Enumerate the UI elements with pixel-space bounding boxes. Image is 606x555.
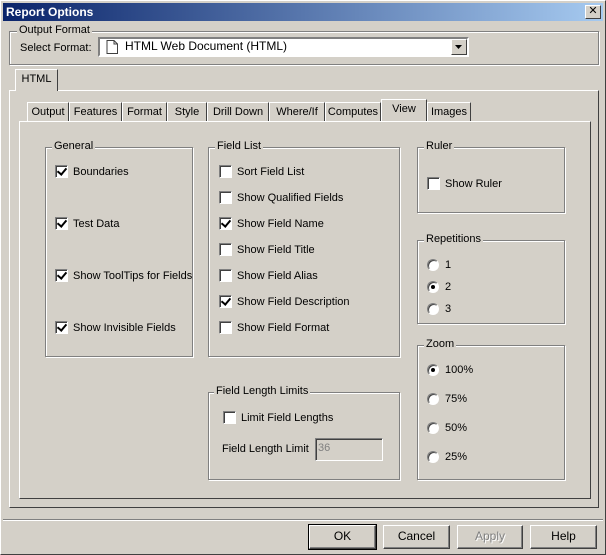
ruler-group-label: Ruler bbox=[424, 140, 455, 153]
field-length-limits-group-label: Field Length Limits bbox=[214, 385, 311, 398]
limit-field-lengths-checkbox[interactable] bbox=[223, 411, 236, 424]
show-field-title-label: Show Field Title bbox=[237, 244, 315, 256]
zoom-option-25-label: 25% bbox=[445, 451, 468, 463]
show-tooltips-checkbox[interactable] bbox=[55, 269, 68, 282]
tab-where-if-label: Where/If bbox=[276, 106, 318, 118]
select-format-label: Select Format: bbox=[20, 42, 92, 54]
show-qualified-fields-label: Show Qualified Fields bbox=[237, 192, 344, 204]
zoom-radio-100[interactable] bbox=[427, 364, 439, 376]
repetitions-group bbox=[417, 240, 565, 324]
show-invisible-fields-label: Show Invisible Fields bbox=[73, 322, 176, 334]
repetitions-option-3-label: 3 bbox=[445, 303, 452, 315]
chevron-down-icon bbox=[455, 45, 462, 49]
zoom-radio-75[interactable] bbox=[427, 393, 439, 405]
show-field-format-checkbox[interactable] bbox=[219, 321, 232, 334]
cancel-button-label: Cancel bbox=[397, 529, 436, 543]
zoom-group-label: Zoom bbox=[424, 338, 457, 351]
output-format-group-label: Output Format bbox=[17, 24, 92, 37]
field-length-limit-input[interactable]: 36 bbox=[315, 438, 383, 461]
apply-button[interactable]: Apply bbox=[457, 525, 523, 549]
button-bar-separator bbox=[3, 519, 603, 521]
apply-button-label: Apply bbox=[474, 529, 506, 543]
format-select-value: HTML Web Document (HTML) bbox=[125, 39, 288, 53]
format-select[interactable]: HTML Web Document (HTML) bbox=[98, 37, 469, 57]
show-field-name-label: Show Field Name bbox=[237, 218, 324, 230]
test-data-label: Test Data bbox=[73, 218, 120, 230]
repetitions-radio-2[interactable] bbox=[427, 281, 439, 293]
zoom-option-100-label: 100% bbox=[445, 364, 474, 376]
tab-output-label: Output bbox=[31, 106, 65, 118]
title-bar: Report Options bbox=[3, 3, 603, 21]
field-length-limits-group bbox=[208, 392, 400, 480]
show-field-description-checkbox[interactable] bbox=[219, 295, 232, 308]
tab-features[interactable]: Features bbox=[69, 102, 122, 122]
repetitions-radio-3[interactable] bbox=[427, 303, 439, 315]
test-data-checkbox[interactable] bbox=[55, 217, 68, 230]
window-title: Report Options bbox=[6, 5, 94, 19]
cancel-button[interactable]: Cancel bbox=[383, 525, 450, 549]
tab-format[interactable]: Format bbox=[122, 102, 167, 122]
show-field-description-label: Show Field Description bbox=[237, 296, 350, 308]
ok-button[interactable]: OK bbox=[308, 524, 377, 550]
show-field-alias-label: Show Field Alias bbox=[237, 270, 318, 282]
ok-button-label: OK bbox=[333, 529, 352, 543]
tab-format-label: Format bbox=[127, 106, 162, 118]
tab-images-label: Images bbox=[430, 106, 468, 118]
show-tooltips-label: Show ToolTips for Fields bbox=[73, 270, 193, 282]
sort-field-list-checkbox[interactable] bbox=[219, 165, 232, 178]
repetitions-option-1-label: 1 bbox=[445, 259, 452, 271]
boundaries-checkbox[interactable] bbox=[55, 165, 68, 178]
tab-images[interactable]: Images bbox=[427, 102, 471, 122]
document-icon bbox=[106, 40, 118, 54]
tab-features-label: Features bbox=[73, 106, 118, 118]
boundaries-label: Boundaries bbox=[73, 166, 129, 178]
tab-view-label: View bbox=[392, 103, 416, 115]
show-ruler-label: Show Ruler bbox=[445, 178, 502, 190]
general-group-label: General bbox=[52, 140, 96, 153]
show-ruler-checkbox[interactable] bbox=[427, 177, 440, 190]
sort-field-list-label: Sort Field List bbox=[237, 166, 305, 178]
tab-where-if[interactable]: Where/If bbox=[269, 102, 325, 122]
show-qualified-fields-checkbox[interactable] bbox=[219, 191, 232, 204]
show-field-alias-checkbox[interactable] bbox=[219, 269, 232, 282]
report-options-dialog: Report Options ✕ Output Format Select Fo… bbox=[0, 0, 606, 555]
tab-drill-down-label: Drill Down bbox=[212, 106, 264, 118]
tab-view[interactable]: View bbox=[381, 99, 427, 121]
tab-drill-down[interactable]: Drill Down bbox=[207, 102, 269, 122]
show-field-name-checkbox[interactable] bbox=[219, 217, 232, 230]
show-invisible-fields-checkbox[interactable] bbox=[55, 321, 68, 334]
field-length-limit-label: Field Length Limit bbox=[222, 443, 309, 455]
tab-html[interactable]: HTML bbox=[15, 69, 58, 91]
repetitions-group-label: Repetitions bbox=[424, 233, 484, 246]
tab-style[interactable]: Style bbox=[167, 102, 207, 122]
field-list-group-label: Field List bbox=[215, 140, 264, 153]
zoom-option-50-label: 50% bbox=[445, 422, 468, 434]
close-button[interactable]: ✕ bbox=[585, 5, 601, 19]
zoom-option-75-label: 75% bbox=[445, 393, 468, 405]
zoom-radio-25[interactable] bbox=[427, 451, 439, 463]
show-field-format-label: Show Field Format bbox=[237, 322, 330, 334]
show-field-title-checkbox[interactable] bbox=[219, 243, 232, 256]
repetitions-option-2-label: 2 bbox=[445, 281, 452, 293]
tab-output[interactable]: Output bbox=[27, 102, 69, 122]
zoom-group bbox=[417, 345, 565, 480]
tab-style-label: Style bbox=[174, 106, 200, 118]
tab-computes-label: Computes bbox=[327, 106, 379, 118]
format-select-dropdown-button[interactable] bbox=[451, 39, 467, 55]
repetitions-radio-1[interactable] bbox=[427, 259, 439, 271]
zoom-radio-50[interactable] bbox=[427, 422, 439, 434]
field-length-limit-value: 36 bbox=[318, 442, 331, 454]
tab-computes[interactable]: Computes bbox=[325, 102, 381, 122]
help-button[interactable]: Help bbox=[530, 525, 597, 549]
close-icon: ✕ bbox=[588, 5, 598, 17]
tab-html-label: HTML bbox=[21, 73, 52, 85]
help-button-label: Help bbox=[551, 529, 576, 543]
limit-field-lengths-label: Limit Field Lengths bbox=[241, 412, 334, 424]
